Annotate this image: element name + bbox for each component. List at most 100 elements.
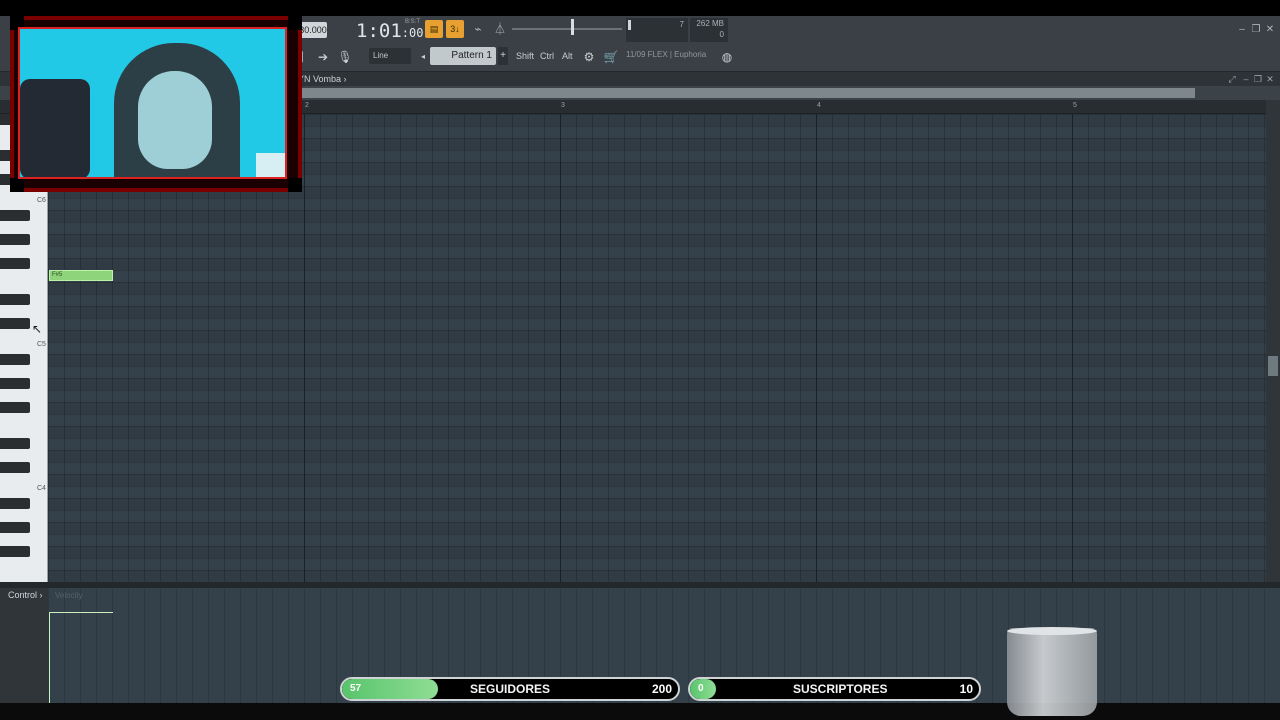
bar-line	[560, 114, 561, 582]
tempo-display[interactable]: 30.000	[299, 22, 327, 38]
black-key[interactable]	[0, 438, 30, 449]
master-pitch-knob[interactable]	[571, 19, 574, 35]
minimize-icon[interactable]: –	[1236, 24, 1248, 36]
vertical-scroll-thumb[interactable]	[1268, 356, 1278, 376]
frame-corner	[288, 16, 302, 30]
ruler-bar-number: 4	[817, 102, 821, 109]
webcam-chair	[20, 79, 90, 177]
cpu-monitor: 7	[626, 18, 688, 42]
webcam-background-light	[256, 153, 285, 177]
event-editor-sidebar	[0, 588, 48, 720]
horizontal-scroll-thumb[interactable]	[300, 88, 1195, 98]
microphone-icon[interactable]: 🎙	[336, 48, 354, 66]
detach-icon[interactable]: ⤢	[1226, 72, 1238, 86]
key-label-c5: C5	[37, 341, 46, 348]
subscribers-goal: 10	[959, 682, 973, 696]
subscribers-label: SUSCRIPTORES	[793, 682, 888, 696]
frame-corner	[10, 178, 24, 192]
browser-icon[interactable]: 🛒	[602, 48, 620, 66]
black-key[interactable]	[0, 402, 30, 413]
black-key[interactable]	[0, 258, 30, 269]
shift-key-button[interactable]: Shift	[513, 48, 537, 64]
grid-shade-row	[48, 474, 1266, 486]
globe-icon[interactable]: ◍	[718, 48, 736, 66]
followers-current: 57	[350, 683, 362, 694]
webcam-video	[18, 27, 287, 179]
subscribers-goal-bar: 0 SUSCRIPTORES 10	[688, 677, 981, 701]
black-key[interactable]	[0, 378, 30, 389]
grid-shade-row	[48, 498, 1266, 510]
bar-line	[816, 114, 817, 582]
hint-bar: 11/09 FLEX | Euphoria	[626, 50, 707, 59]
song-time-ticks: :00	[401, 26, 424, 40]
step-edit-button[interactable]: 3↓	[446, 20, 464, 38]
black-key[interactable]	[0, 318, 30, 329]
ctrl-key-button[interactable]: Ctrl	[537, 48, 557, 64]
grid-shade-row	[48, 426, 1266, 438]
key-label-c4: C4	[37, 485, 46, 492]
cpu-value: 7	[679, 20, 684, 29]
add-pattern-button[interactable]: +	[498, 47, 508, 65]
grid-shade-row	[48, 522, 1266, 534]
grid-shade-row	[48, 234, 1266, 246]
typing-keyboard-button[interactable]: ▤	[425, 20, 443, 38]
grid-shade-row	[48, 378, 1266, 390]
black-key[interactable]	[0, 498, 30, 509]
plugin-icon[interactable]: ⚙	[580, 48, 598, 66]
velocity-bar[interactable]	[49, 612, 113, 704]
followers-goal-bar: 57 SEGUIDORES 200	[340, 677, 680, 701]
note-f-sharp-5[interactable]: F#5	[49, 270, 113, 281]
bar-line	[304, 114, 305, 582]
top-border	[0, 0, 1280, 16]
followers-label: SEGUIDORES	[470, 682, 551, 696]
glass-object	[1007, 628, 1097, 716]
bar-line	[1072, 114, 1073, 582]
mouse-cursor-icon: ↖	[32, 322, 43, 336]
vertical-scrollbar[interactable]	[1266, 100, 1280, 582]
ruler-bar-number: 5	[1073, 102, 1077, 109]
subscribers-current: 0	[698, 683, 704, 694]
control-param-label: Velocity	[55, 591, 83, 600]
time-format-label: B:S:T	[405, 19, 421, 25]
black-key[interactable]	[0, 210, 30, 221]
frame-corner	[288, 178, 302, 192]
memory-monitor: 262 MB 0	[690, 18, 728, 42]
grid-shade-row	[48, 450, 1266, 462]
followers-goal: 200	[651, 682, 672, 696]
grid-shade-row	[48, 330, 1266, 342]
control-selector[interactable]: Control ›	[8, 590, 43, 600]
glass-rim	[1007, 627, 1097, 635]
wait-icon[interactable]: ⌁	[469, 20, 487, 38]
restore-icon[interactable]: ❐	[1250, 24, 1262, 36]
pr-close-icon[interactable]: ✕	[1264, 72, 1276, 86]
black-key[interactable]	[0, 354, 30, 365]
metronome-icon[interactable]: ⏃	[491, 20, 509, 38]
master-pitch-track	[512, 28, 622, 30]
black-key[interactable]	[0, 462, 30, 473]
snap-select[interactable]: Line	[369, 48, 411, 64]
ruler-bar-number: 2	[305, 102, 309, 109]
grid-shade-row	[48, 210, 1266, 222]
grid-shade-row	[48, 258, 1266, 270]
grid-shade-row	[48, 354, 1266, 366]
grid-shade-row	[48, 546, 1266, 558]
black-key[interactable]	[0, 234, 30, 245]
grid-shade-row	[48, 282, 1266, 294]
arrow-icon[interactable]: ➔	[314, 48, 332, 66]
webcam-person-face	[138, 71, 212, 169]
pr-restore-icon[interactable]: ❐	[1252, 72, 1264, 86]
memory-value: 262 MB	[696, 19, 724, 28]
song-time-bar: 1:01	[356, 20, 402, 42]
pattern-select[interactable]: Pattern 1	[430, 47, 496, 65]
black-key[interactable]	[0, 522, 30, 533]
pr-minimize-icon[interactable]: –	[1240, 72, 1252, 86]
black-key[interactable]	[0, 294, 30, 305]
cpu-meter-bar	[628, 20, 631, 30]
black-key[interactable]	[0, 546, 30, 557]
memory-sub-value: 0	[719, 30, 724, 39]
screen: 30.000 1:01:00 B:S:T ▤ 3↓ ⌁ ⏃ 7 262 MB 0 …	[0, 0, 1280, 720]
alt-key-button[interactable]: Alt	[559, 48, 576, 64]
key-label-c6: C6	[37, 197, 46, 204]
close-icon[interactable]: ✕	[1264, 24, 1276, 36]
grid-shade-row	[48, 306, 1266, 318]
